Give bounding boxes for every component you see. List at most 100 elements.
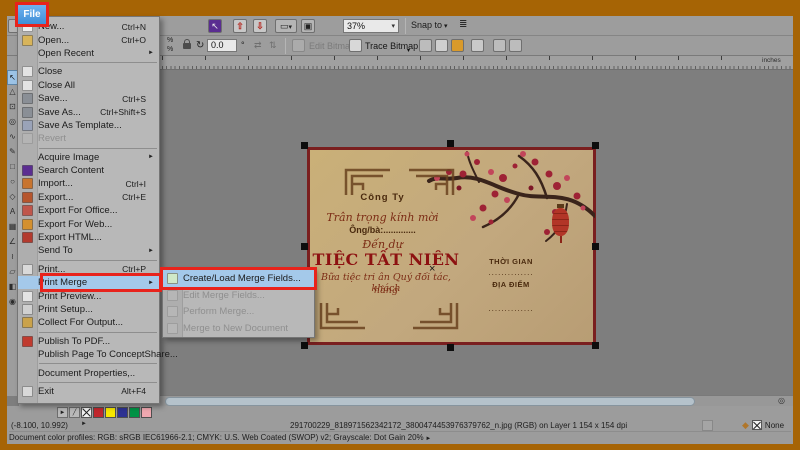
pick-tool-icon: ↖: [9, 73, 16, 82]
color-profiles-info: Document color profiles: RGB: sRGB IEC61…: [9, 433, 431, 442]
crop-bitmap-icon[interactable]: [435, 39, 448, 52]
selected-object-info: 291700229_818971562342172_38004744539763…: [290, 421, 628, 430]
selection-handle-top-right[interactable]: [592, 142, 599, 149]
status-line-2: Document color profiles: RGB: sRGB IEC61…: [9, 431, 791, 450]
menu-item-print[interactable]: Print... Ctrl+P: [18, 263, 159, 276]
degree-label: °: [241, 40, 245, 50]
menu-item-icon: [22, 152, 33, 163]
text-tool-icon: A: [9, 207, 16, 216]
card-company-label: Công Ty: [360, 192, 405, 203]
menu-item-acquire-image[interactable]: Acquire Image: [18, 151, 159, 164]
trace-bitmap-button[interactable]: Trace Bitmap: [365, 41, 418, 51]
menu-item-print-merge[interactable]: Print Merge: [18, 272, 162, 293]
selection-center-marker[interactable]: ×: [429, 264, 435, 275]
no-color-swatch[interactable]: [81, 407, 92, 418]
menu-item-export[interactable]: Export... Ctrl+E: [18, 191, 159, 204]
invitation-card-image[interactable]: Công Ty Trân trọng kính mời Ông/bà:.....…: [307, 147, 596, 345]
bitmap-color-mask-icon: [509, 39, 522, 52]
ruler-tick-label: [442, 56, 485, 60]
export-toolbar-icon[interactable]: ⇩: [253, 19, 267, 33]
selection-handle-bottom-left[interactable]: [301, 342, 308, 349]
image-adjustment-lab-icon[interactable]: [451, 39, 464, 52]
menu-item-export-web[interactable]: Export For Web...: [18, 217, 159, 230]
bitmap-mask-icon: [493, 39, 506, 52]
ruler-tick-label: [184, 56, 227, 60]
palette-swatch[interactable]: [129, 407, 140, 418]
shape-tool-icon: △: [9, 87, 16, 96]
menu-item-save[interactable]: Save... Ctrl+S: [18, 92, 159, 105]
scrollbar-thumb[interactable]: [165, 397, 695, 406]
bitmap-boundary-icon[interactable]: [471, 39, 484, 52]
menu-item-close-all[interactable]: Close All: [18, 79, 159, 92]
export-html-icon: [22, 232, 33, 244]
palette-swatch[interactable]: [93, 407, 104, 418]
palette-swatch[interactable]: [117, 407, 128, 418]
menu-item-close[interactable]: Close: [18, 65, 159, 78]
menu-item-document-properties[interactable]: Document Properties,..: [18, 366, 159, 384]
card-subtitle-line2: hàng: [374, 285, 398, 296]
mirror-horizontal-icon[interactable]: ⇄: [254, 40, 262, 51]
mirror-vertical-icon[interactable]: ⇅: [269, 40, 277, 51]
red-lantern-graphic: [552, 204, 569, 243]
submenu-item-create-load-merge-fields[interactable]: Create/Load Merge Fields...: [160, 267, 317, 290]
snap-to-button[interactable]: Snap to: [411, 20, 448, 30]
export-icon: [22, 191, 33, 203]
exit-icon: [22, 385, 33, 397]
print-merge-submenu: Create/Load Merge Fields... Edit Merge F…: [160, 267, 317, 338]
palette-swatch[interactable]: [105, 407, 116, 418]
submenu-arrow-icon: [146, 50, 154, 56]
menu-item-export-office[interactable]: Export For Office...: [18, 204, 159, 217]
trace-bitmap-icon[interactable]: [349, 39, 362, 52]
lock-ratio-icon[interactable]: [183, 39, 191, 49]
selection-handle-middle-left[interactable]: [301, 243, 308, 250]
trace-bitmap-dropdown-icon[interactable]: ▾: [407, 47, 410, 54]
selection-handle-top-center[interactable]: [447, 140, 454, 147]
save-as-icon: [22, 106, 33, 118]
save-icon: [22, 93, 33, 105]
menu-item-print-preview[interactable]: Print Preview...: [18, 289, 159, 302]
fill-color-indicator[interactable]: ◆ None: [742, 420, 784, 430]
ruler-tick-label: [399, 56, 442, 60]
ruler-tick-label: [313, 56, 356, 60]
frame-top: [0, 0, 800, 16]
welcome-screen-icon[interactable]: ↖: [208, 19, 222, 33]
rotation-angle-input[interactable]: 0.0: [207, 39, 237, 52]
menu-item-open[interactable]: Open... Ctrl+O: [18, 33, 159, 46]
menu-item-save-as[interactable]: Save As... Ctrl+Shift+S: [18, 105, 159, 118]
card-invite-line: Trân trọng kính mời: [326, 211, 439, 224]
application-launcher-icon[interactable]: ▭: [275, 19, 297, 33]
selection-handle-bottom-center[interactable]: [447, 344, 454, 351]
import-toolbar-icon[interactable]: ⇧: [233, 19, 247, 33]
menu-item-exit[interactable]: Exit Alt+F4: [18, 385, 159, 398]
merge-edit-icon: [167, 289, 178, 301]
menu-item-publish-conceptshare[interactable]: Publish Page To ConceptShare...: [18, 348, 178, 365]
palette-flyout-icon[interactable]: ►: [57, 407, 68, 418]
merge-perform-icon: [167, 306, 178, 318]
menu-item-collect-for-output[interactable]: Collect For Output...: [18, 316, 159, 334]
selection-handle-top-left[interactable]: [301, 142, 308, 149]
menu-item-search-content[interactable]: Search Content: [18, 164, 159, 177]
status-flyout-icon[interactable]: ►: [81, 421, 87, 427]
menu-item-export-html[interactable]: Export HTML...: [18, 231, 159, 244]
menu-item-save-as-template[interactable]: Save As Template...: [18, 119, 159, 132]
corner-ornament-bottom-left: [319, 303, 365, 330]
menu-item-send-to[interactable]: Send To: [18, 244, 159, 262]
menu-item-publish-to-pdf[interactable]: Publish To PDF...: [18, 335, 159, 348]
menu-item-open-recent[interactable]: Open Recent: [18, 47, 159, 64]
collect-output-icon: [22, 317, 33, 329]
menu-item-import[interactable]: Import... Ctrl+I: [18, 177, 159, 190]
menu-item-icon: [22, 48, 33, 59]
selection-handle-bottom-right[interactable]: [592, 342, 599, 349]
options-icon[interactable]: ≣: [459, 19, 467, 30]
zoom-level-combobox[interactable]: 37% ▾: [343, 19, 399, 33]
palette-eyedropper-icon[interactable]: ╱: [69, 407, 80, 418]
navigator-magnifier-icon[interactable]: ◎: [778, 396, 785, 405]
welcome-image-icon[interactable]: ▣: [301, 19, 315, 33]
drop-shadow-tool-icon: ▱: [9, 267, 16, 276]
revert-icon: [22, 133, 33, 145]
menu-item-print-setup[interactable]: Print Setup...: [18, 303, 159, 316]
selection-handle-middle-right[interactable]: [592, 243, 599, 250]
palette-swatch[interactable]: [141, 407, 152, 418]
file-menu-button[interactable]: File: [15, 2, 49, 27]
chevron-down-icon[interactable]: ▾: [391, 22, 395, 30]
